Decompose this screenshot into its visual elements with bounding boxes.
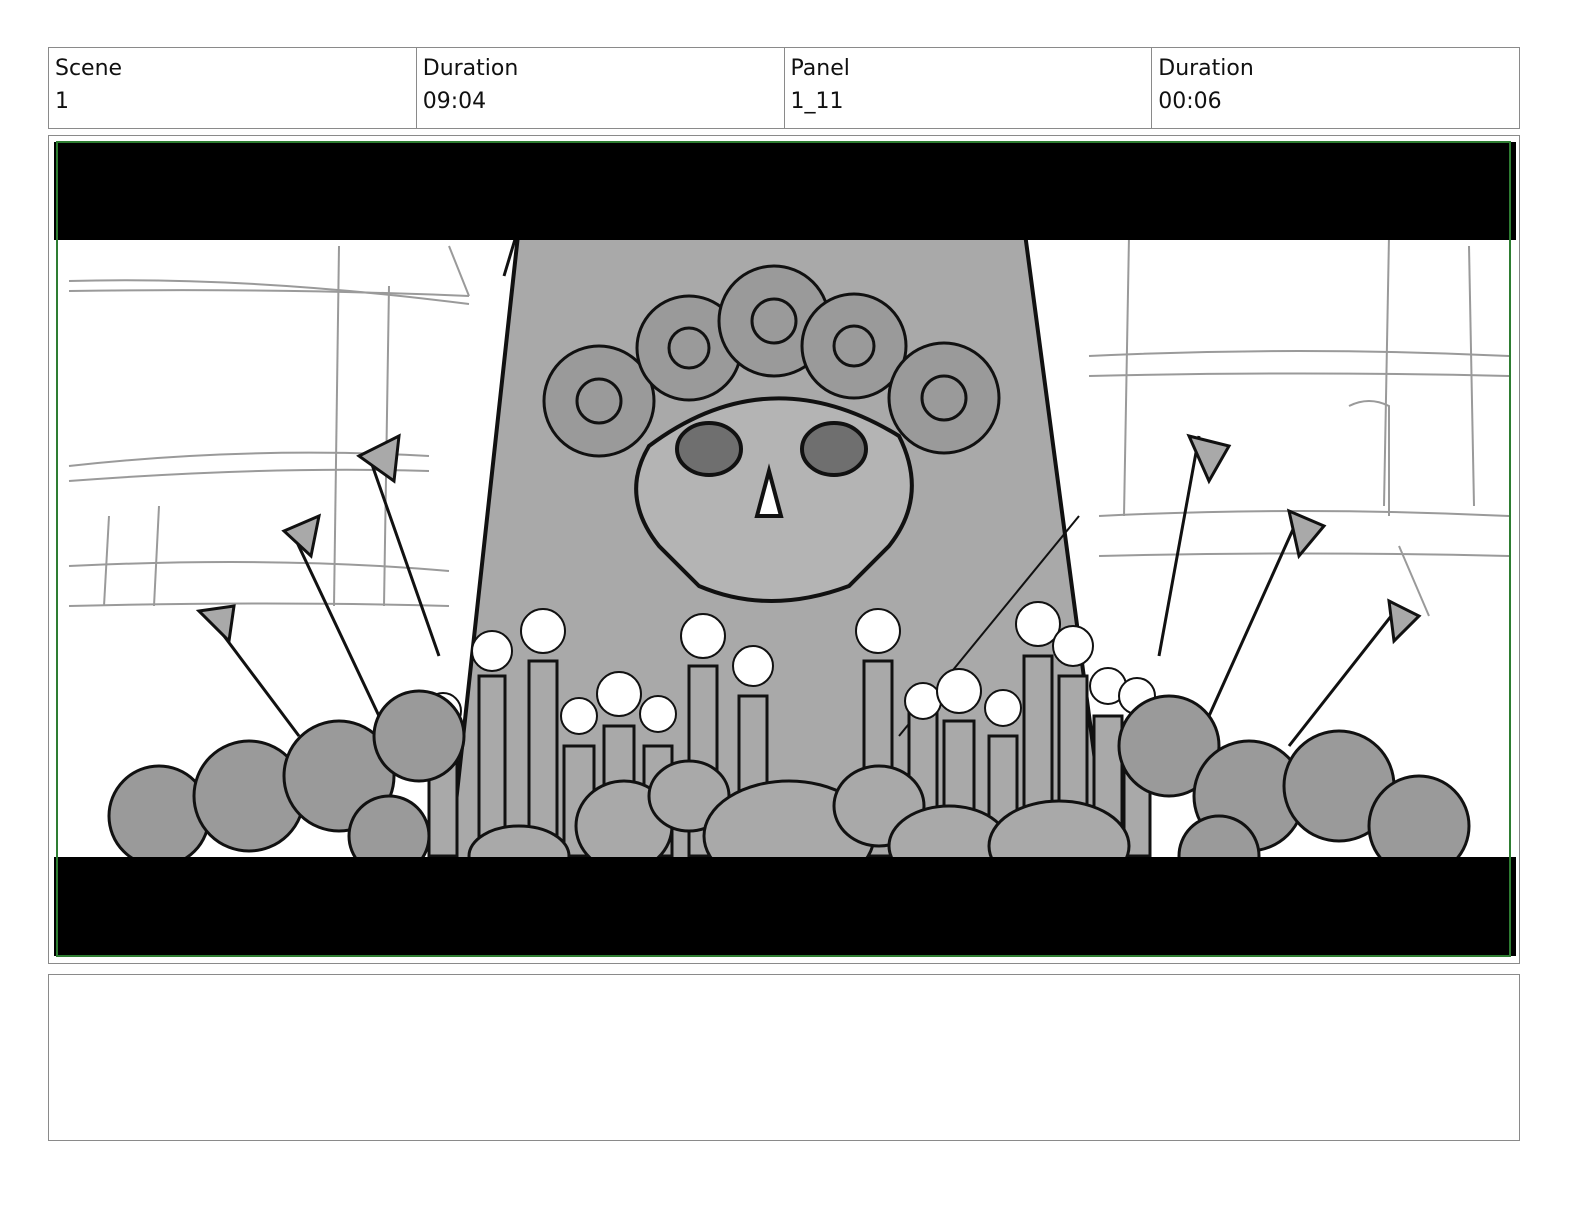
panel-duration-value: 00:06 bbox=[1158, 89, 1222, 114]
scene-label: Scene bbox=[55, 56, 123, 81]
storyboard-header: Scene 1 Duration 09:04 Panel 1_11 Durati… bbox=[48, 47, 1520, 129]
scene-value: 1 bbox=[55, 89, 69, 114]
letterbox-bottom bbox=[54, 857, 1516, 956]
panel-value: 1_11 bbox=[790, 89, 844, 114]
panel-label: Panel bbox=[790, 56, 850, 81]
panel-illustration bbox=[54, 141, 1516, 957]
scene-duration-label: Duration bbox=[422, 56, 519, 81]
panel-cell: Panel 1_11 bbox=[785, 48, 1153, 128]
panel-duration-cell: Duration 00:06 bbox=[1152, 48, 1519, 128]
scene-cell: Scene 1 bbox=[49, 48, 417, 128]
panel-frame bbox=[48, 135, 1520, 964]
panel-duration-label: Duration bbox=[1158, 56, 1254, 81]
scene-duration-cell: Duration 09:04 bbox=[417, 48, 785, 128]
notes-box bbox=[48, 974, 1520, 1141]
letterbox-top bbox=[54, 142, 1516, 240]
scene-duration-value: 09:04 bbox=[422, 89, 487, 114]
